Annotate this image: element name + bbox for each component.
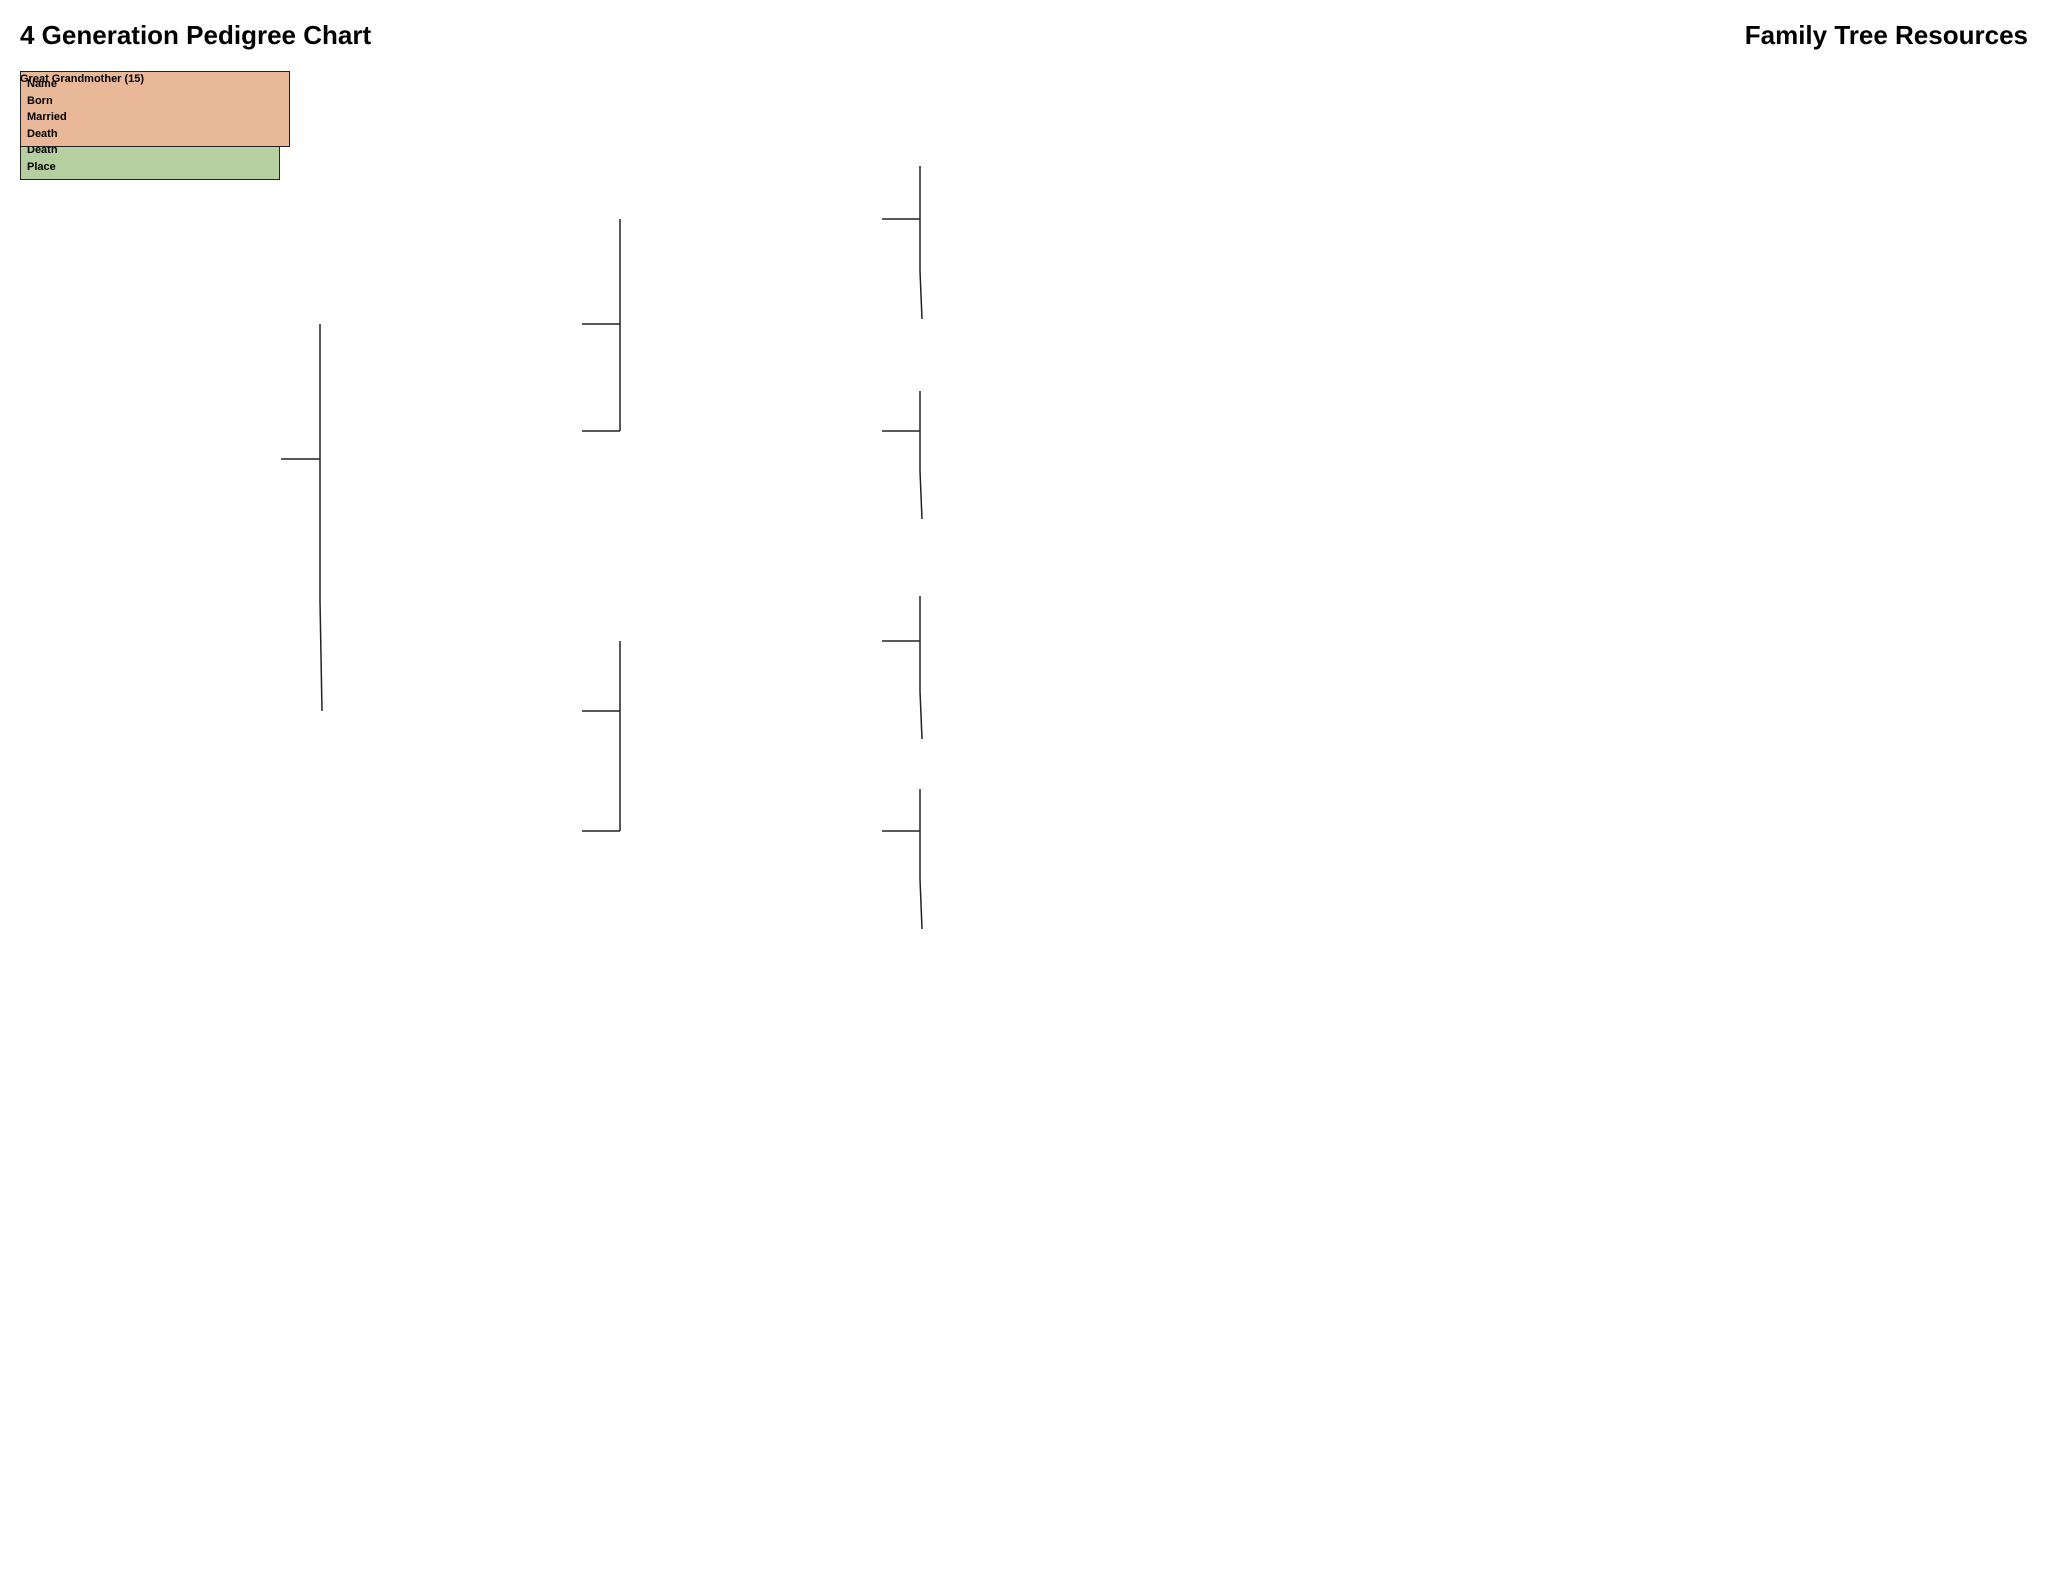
sidebar-title: Family Tree Resources [1745, 20, 2028, 51]
gen4-gg15-label: Great Grandmother (15) [20, 73, 144, 85]
page-title: 4 Generation Pedigree Chart [20, 20, 371, 51]
pedigree-area: Name Birth Place Married Death Place You… [20, 71, 1520, 1121]
page-header: 4 Generation Pedigree Chart Family Tree … [20, 20, 2028, 51]
connector-lines [20, 71, 1520, 1121]
